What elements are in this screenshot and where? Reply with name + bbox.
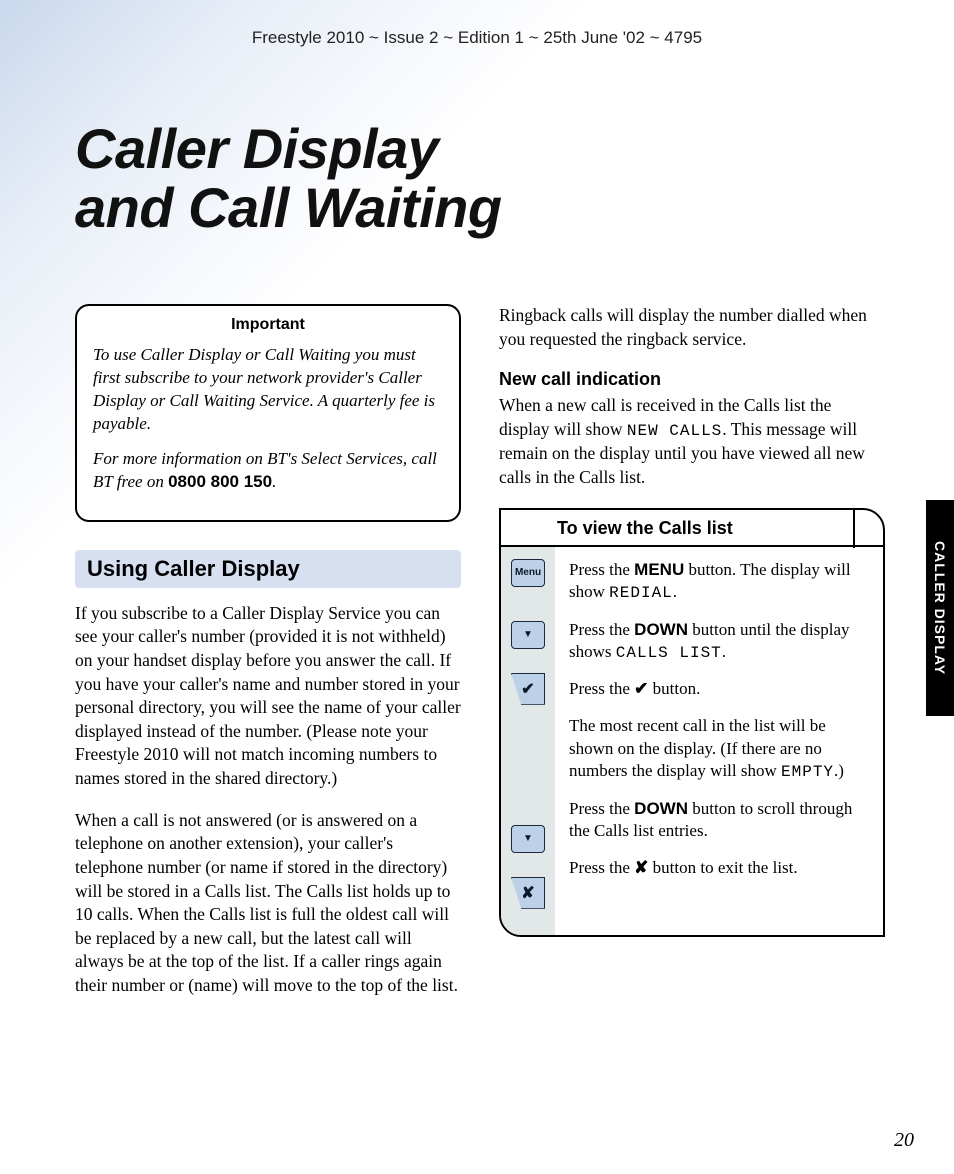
lcd-new-calls: NEW CALLS xyxy=(627,422,722,440)
section-heading-using-caller-display: Using Caller Display xyxy=(75,550,461,588)
procedure-title: To view the Calls list xyxy=(501,510,883,547)
procedure-step-4: The most recent call in the list will be… xyxy=(569,715,869,783)
down-button-label-2: DOWN xyxy=(634,799,688,818)
procedure-step-3: Press the ✔ button. xyxy=(569,678,869,701)
procedure-box: To view the Calls list Menu ▼ ✔ ▼ ✘ xyxy=(499,508,885,937)
menu-button-label: MENU xyxy=(634,560,684,579)
procedure-steps: Press the MENU button. The display will … xyxy=(555,547,883,935)
section-tab-caller-display: CALLER DISPLAY xyxy=(926,500,954,716)
body-paragraph-2: When a call is not answered (or is answe… xyxy=(75,809,461,998)
running-header: Freestyle 2010 ~ Issue 2 ~ Edition 1 ~ 2… xyxy=(0,28,954,48)
ringback-paragraph: Ringback calls will display the number d… xyxy=(499,304,885,351)
important-box: Important To use Caller Display or Call … xyxy=(75,304,461,522)
new-call-paragraph: When a new call is received in the Calls… xyxy=(499,394,885,489)
lcd-calls-list: CALLS LIST xyxy=(616,644,722,662)
procedure-key-column: Menu ▼ ✔ ▼ ✘ xyxy=(501,547,555,935)
cross-icon: ✘ xyxy=(634,858,648,877)
bt-phone-number: 0800 800 150 xyxy=(168,472,272,491)
procedure-step-2: Press the DOWN button until the display … xyxy=(569,619,869,665)
body-paragraph-1: If you subscribe to a Caller Display Ser… xyxy=(75,602,461,791)
page-number: 20 xyxy=(894,1129,914,1152)
procedure-step-1: Press the MENU button. The display will … xyxy=(569,559,869,605)
title-line-1: Caller Display xyxy=(75,117,438,180)
page-title: Caller Display and Call Waiting xyxy=(75,120,502,238)
procedure-step-6: Press the ✘ button to exit the list. xyxy=(569,857,869,880)
down-key-icon: ▼ xyxy=(511,621,545,649)
left-column: Important To use Caller Display or Call … xyxy=(75,304,461,1016)
important-label: Important xyxy=(93,306,443,344)
down-key-icon-2: ▼ xyxy=(511,825,545,853)
lcd-redial: REDIAL xyxy=(609,584,673,602)
down-button-label: DOWN xyxy=(634,620,688,639)
right-column: Ringback calls will display the number d… xyxy=(499,304,885,1016)
important-paragraph-1: To use Caller Display or Call Waiting yo… xyxy=(93,344,443,436)
lcd-empty: EMPTY xyxy=(781,763,834,781)
important-p2-tail: . xyxy=(272,472,276,491)
check-icon: ✔ xyxy=(634,679,648,698)
procedure-step-5: Press the DOWN button to scroll through … xyxy=(569,798,869,843)
subheading-new-call-indication: New call indication xyxy=(499,369,885,390)
title-line-2: and Call Waiting xyxy=(75,176,502,239)
check-key-icon: ✔ xyxy=(511,673,545,705)
cross-key-icon: ✘ xyxy=(511,877,545,909)
menu-key-icon: Menu xyxy=(511,559,545,587)
important-paragraph-2: For more information on BT's Select Serv… xyxy=(93,448,443,494)
